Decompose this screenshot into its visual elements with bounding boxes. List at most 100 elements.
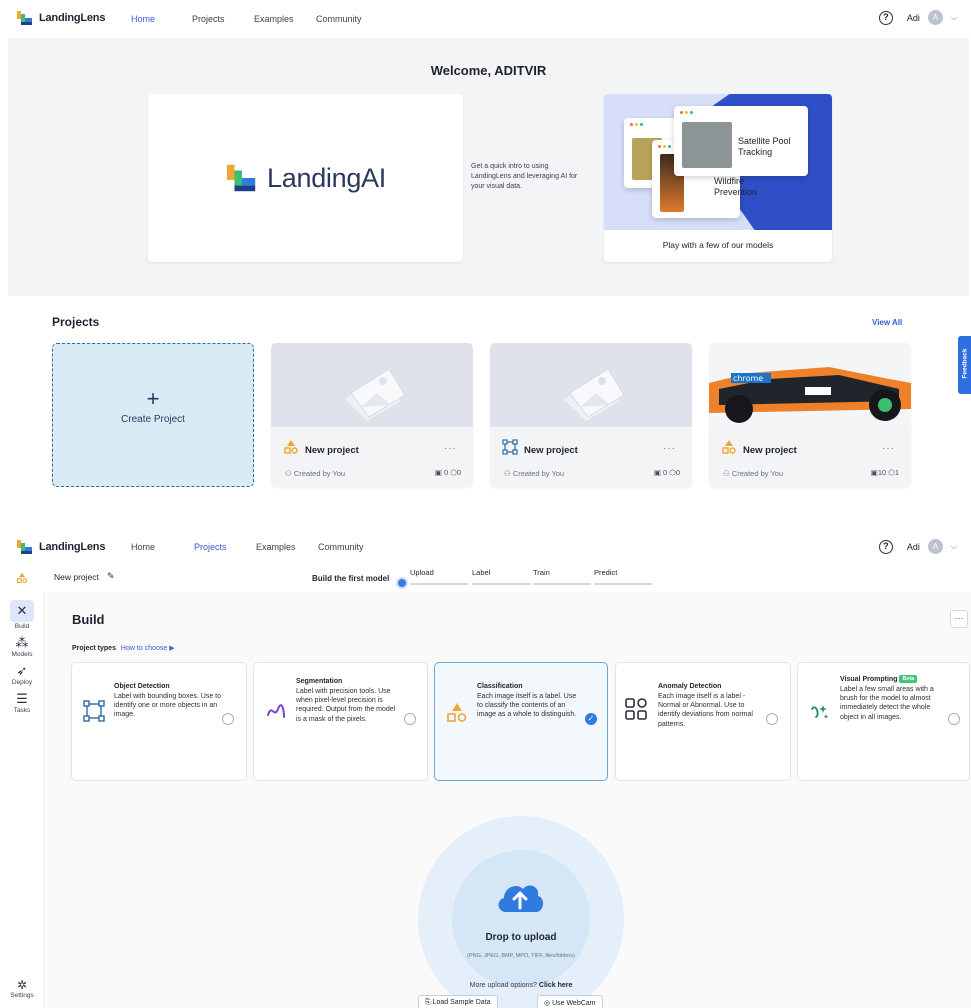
type-card-visual-prompting[interactable]: Visual Prompting Beta Label a few small a… xyxy=(797,662,970,781)
bottom-top-nav: LandingLens Home Projects Examples Commu… xyxy=(0,532,971,560)
nav-home[interactable]: Home xyxy=(131,542,155,552)
radio-visual-prompting[interactable] xyxy=(948,713,960,725)
models-illustration: Wildfire Prevention Satellite Pool Track… xyxy=(604,94,832,230)
help-icon[interactable]: ? xyxy=(878,10,893,25)
radio-classification-checked[interactable]: ✓ xyxy=(585,713,597,725)
view-all-link[interactable]: View All xyxy=(872,318,902,327)
step-predict[interactable]: Predict xyxy=(594,568,617,577)
type-card-object-detection[interactable]: Object Detection Label with bounding box… xyxy=(71,662,247,781)
radio-object-detection[interactable] xyxy=(222,713,234,725)
drop-to-upload-label: Drop to upload xyxy=(485,932,557,943)
project-thumbnail: chrome xyxy=(709,343,911,427)
images-icon: ▣ xyxy=(870,468,878,477)
left-sidebar: ✕ Build ⁂ Models ➶ Deploy ☰ Tasks xyxy=(0,592,44,1008)
image-placeholder-icon xyxy=(564,368,625,421)
project-card[interactable]: New project ··· ⚇ Created by You ▣ 0 ⬡0 xyxy=(271,343,473,487)
nav-projects[interactable]: Projects xyxy=(192,14,225,24)
type-description: Each image itself is a label. Use to cla… xyxy=(477,693,577,719)
brand-logo[interactable]: LandingLens xyxy=(16,9,105,27)
wildfire-title: Wildfire Prevention xyxy=(714,176,758,197)
project-name[interactable]: New project xyxy=(305,445,359,456)
step-upload[interactable]: Upload xyxy=(410,568,434,577)
type-title: Segmentation xyxy=(296,678,343,685)
user-name: Adi xyxy=(906,12,920,23)
sample-data-icon: ⎘ xyxy=(425,999,433,1006)
nav-examples[interactable]: Examples xyxy=(256,542,296,552)
build-first-model-label: Build the first model xyxy=(312,574,390,583)
sidebar-item-settings[interactable]: ✲ Settings xyxy=(0,978,44,999)
type-title: Anomaly Detection xyxy=(658,683,722,690)
project-info: New project ··· ⚇ Created by You ▣ 0 ⬡0 xyxy=(490,427,692,487)
step-upload-line xyxy=(410,583,468,585)
sidebar-item-label: Build xyxy=(14,623,30,630)
brand-logo[interactable]: LandingLens xyxy=(16,538,105,556)
more-options-icon[interactable]: ··· xyxy=(663,443,676,454)
classification-icon xyxy=(722,440,736,454)
nav-examples[interactable]: Examples xyxy=(254,14,294,24)
classification-icon xyxy=(284,440,298,454)
step-label[interactable]: Label xyxy=(472,568,490,577)
projects-title: Projects xyxy=(52,315,100,329)
create-project-label: Create Project xyxy=(121,414,185,425)
more-options-icon[interactable]: ··· xyxy=(882,443,895,454)
pencil-icon[interactable]: ✎ xyxy=(107,571,115,582)
hero-section: Welcome, ADITVIR LandingAI Get a quick i… xyxy=(8,38,969,296)
type-card-classification[interactable]: Classification Each image itself is a la… xyxy=(434,662,608,781)
use-webcam-button[interactable]: ◎ Use WebCam xyxy=(537,995,603,1008)
more-options-icon[interactable]: ··· xyxy=(444,443,457,454)
create-project-card[interactable]: + Create Project xyxy=(52,343,254,487)
created-by-text: Created by You xyxy=(293,469,346,478)
nav-home[interactable]: Home xyxy=(131,14,155,24)
project-name[interactable]: New project xyxy=(743,445,797,456)
chevron-down-icon[interactable]: ⌵ xyxy=(951,542,957,552)
chevron-down-icon[interactable]: ⌵ xyxy=(951,13,957,23)
sidebar-item-tasks[interactable]: ☰ Tasks xyxy=(0,691,44,715)
help-icon[interactable]: ? xyxy=(878,539,893,554)
race-car-image: chrome xyxy=(709,343,911,427)
object-detection-icon xyxy=(83,700,105,722)
step-train[interactable]: Train xyxy=(533,568,550,577)
step-indicator-dot xyxy=(398,579,406,587)
load-sample-data-button[interactable]: ⎘ Load Sample Data xyxy=(418,995,498,1008)
project-created-by: ⚇ Created by You xyxy=(504,469,564,478)
type-description: Each image itself is a label - Normal or… xyxy=(658,693,753,728)
how-to-choose-link[interactable]: How to choose xyxy=(121,645,167,652)
user-area: ? Adi A ⌵ xyxy=(878,539,957,554)
step-train-line xyxy=(533,583,591,585)
radio-anomaly-detection[interactable] xyxy=(766,713,778,725)
satellite-title: Satellite Pool Tracking xyxy=(738,136,791,157)
more-upload-options: More upload options? Click here xyxy=(400,982,642,989)
radio-segmentation[interactable] xyxy=(404,713,416,725)
nav-projects[interactable]: Projects xyxy=(194,542,227,552)
project-name[interactable]: New project xyxy=(524,445,578,456)
avatar[interactable]: A xyxy=(927,10,943,25)
avatar[interactable]: A xyxy=(927,539,943,554)
nav-community[interactable]: Community xyxy=(316,14,362,24)
project-card[interactable]: chrome New project ··· ⚇ Created by You … xyxy=(709,343,911,487)
tools-icon: ✕ xyxy=(16,602,28,618)
nav-community[interactable]: Community xyxy=(318,542,364,552)
step-label-line xyxy=(472,583,530,585)
feedback-tab[interactable]: Feedback xyxy=(958,336,971,394)
beta-badge: Beta xyxy=(899,675,918,683)
more-options-button[interactable]: ··· xyxy=(950,610,968,628)
images-icon: ▣ xyxy=(434,468,442,477)
sidebar-item-models[interactable]: ⁂ Models xyxy=(0,636,44,659)
sidebar-item-label: Deploy xyxy=(11,679,33,686)
tasks-icon: ☰ xyxy=(16,691,28,706)
project-card[interactable]: New project ··· ⚇ Created by You ▣ 0 ⬡0 xyxy=(490,343,692,487)
project-counts: ▣ 0 ⬡0 xyxy=(654,468,680,477)
image-count: 0 xyxy=(663,468,668,477)
type-card-anomaly-detection[interactable]: Anomaly Detection Each image itself is a… xyxy=(615,662,791,781)
type-card-segmentation[interactable]: Segmentation Label with precision tools.… xyxy=(253,662,428,781)
project-subbar: New project ✎ Build the first model Uplo… xyxy=(0,562,971,592)
click-here-link[interactable]: Click here xyxy=(539,982,572,989)
intro-video-card[interactable]: LandingAI xyxy=(148,94,463,262)
project-info: New project ··· ⚇ Created by You ▣10 ⬡1 xyxy=(709,427,911,487)
sidebar-item-deploy[interactable]: ➶ Deploy xyxy=(0,664,44,687)
video-icon[interactable]: ▶ xyxy=(169,645,174,652)
models-card[interactable]: Wildfire Prevention Satellite Pool Track… xyxy=(604,94,832,262)
images-icon: ▣ xyxy=(653,468,661,477)
sidebar-item-build[interactable]: ✕ Build xyxy=(0,600,44,630)
segmentation-icon xyxy=(267,704,285,718)
